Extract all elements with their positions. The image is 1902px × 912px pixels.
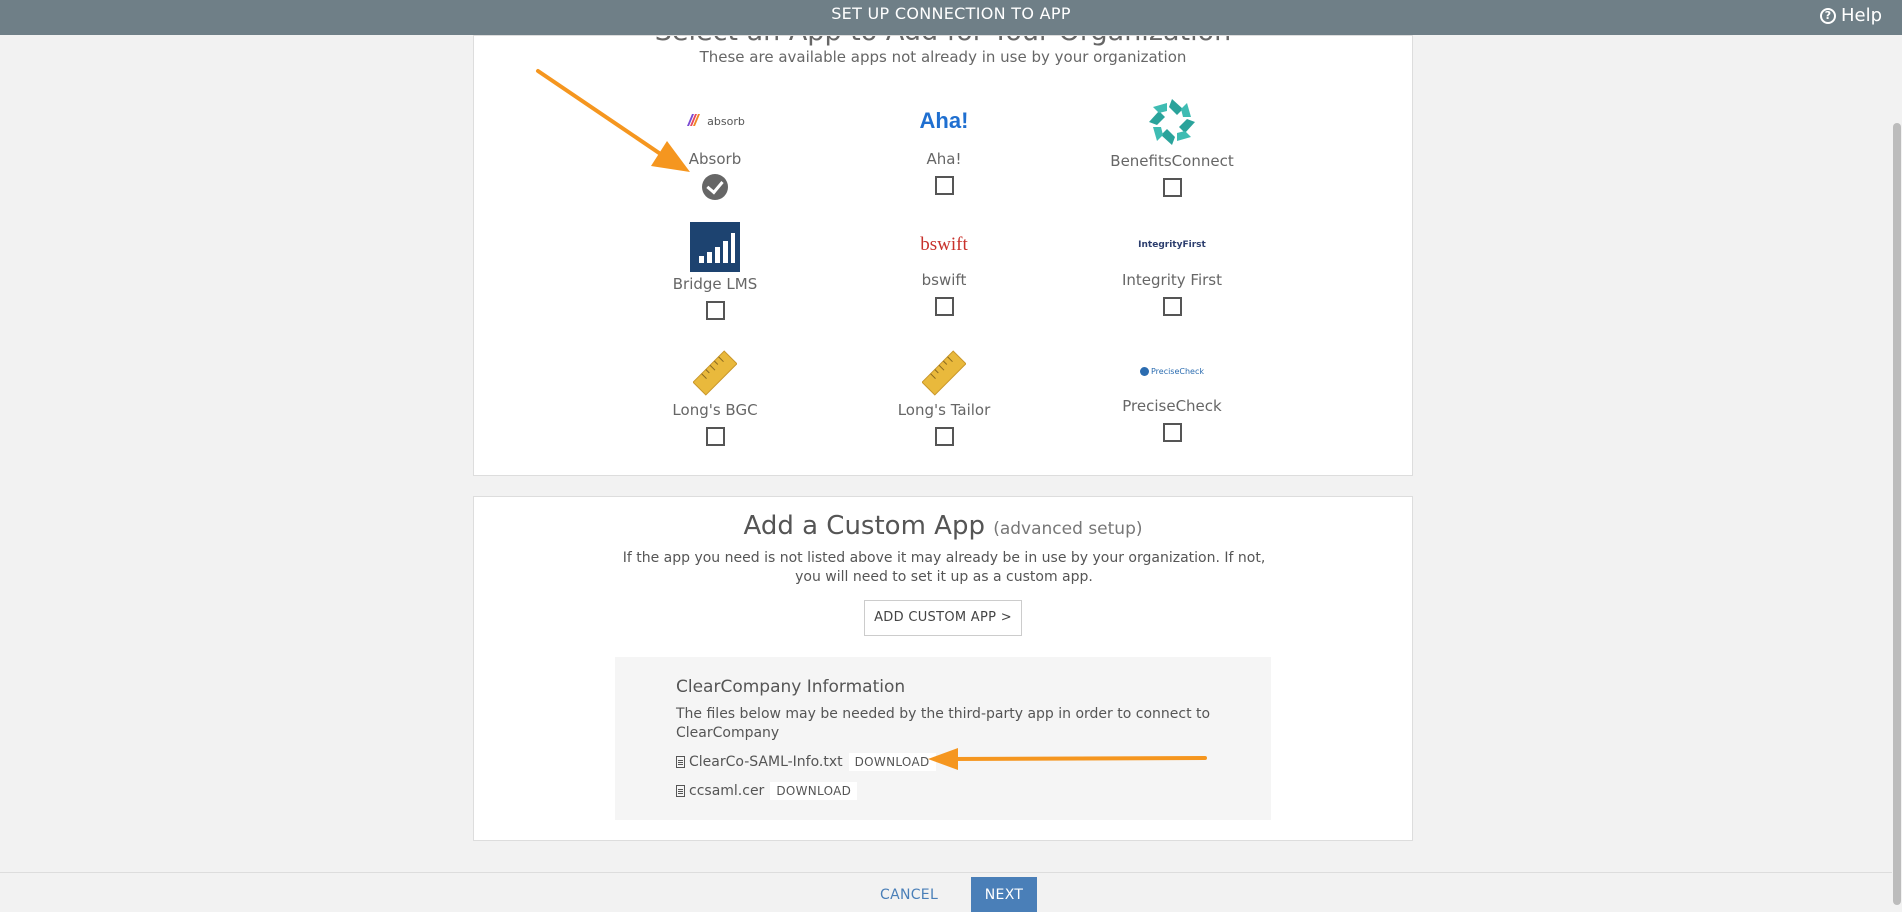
app-precisecheck[interactable]: PreciseCheck PreciseCheck — [1072, 347, 1272, 442]
app-name: Absorb — [688, 150, 742, 168]
scrollbar-thumb[interactable] — [1893, 123, 1901, 905]
precisecheck-checkbox[interactable] — [1162, 423, 1182, 442]
integrity-first-logo: IntegrityFirst — [1072, 221, 1272, 269]
custom-app-description: If the app you need is not listed above … — [622, 550, 1266, 585]
bswift-logo: bswift — [844, 221, 1044, 269]
app-integrity-first[interactable]: IntegrityFirst Integrity First — [1072, 221, 1272, 316]
app-name: BenefitsConnect — [1110, 152, 1234, 170]
app-selection-card: Select an App to Add for Your Organizati… — [473, 35, 1413, 476]
bswift-checkbox[interactable] — [934, 297, 954, 316]
footer-bar: CANCEL NEXT — [0, 872, 1892, 912]
file-icon — [676, 756, 685, 768]
longs-bgc-checkbox[interactable] — [705, 427, 725, 446]
bridge-lms-logo — [615, 221, 815, 273]
app-name: Long's Tailor — [897, 401, 991, 419]
absorb-checkbox-checked[interactable] — [702, 174, 728, 200]
precisecheck-logo-icon — [1139, 366, 1149, 376]
section-subtitle: These are available apps not already in … — [699, 48, 1187, 66]
next-button[interactable]: NEXT — [971, 877, 1037, 912]
add-custom-app-button[interactable]: ADD CUSTOM APP > — [864, 600, 1022, 636]
custom-app-title-text: Add a Custom App — [743, 511, 985, 541]
file-name: ccsaml.cer — [689, 783, 765, 799]
scrollbar-track[interactable] — [1892, 35, 1902, 905]
app-name: Bridge LMS — [672, 275, 758, 293]
download-button[interactable]: DOWNLOAD — [770, 782, 858, 800]
custom-app-card: Add a Custom App (advanced setup) If the… — [473, 496, 1413, 841]
aha-checkbox[interactable] — [934, 176, 954, 195]
app-bswift[interactable]: bswift bswift — [844, 221, 1044, 316]
file-row: ccsaml.cer DOWNLOAD — [676, 782, 858, 800]
app-benefitsconnect[interactable]: BenefitsConnect — [1072, 94, 1272, 197]
file-row: ClearCo-SAML-Info.txt DOWNLOAD — [676, 753, 936, 771]
top-bar: SET UP CONNECTION TO APP ? Help — [0, 0, 1902, 35]
aha-logo-text: Aha! — [919, 108, 969, 133]
file-name: ClearCo-SAML-Info.txt — [689, 754, 843, 770]
longs-tailor-checkbox[interactable] — [934, 427, 954, 446]
benefitsconnect-logo — [1072, 94, 1272, 150]
bridge-lms-checkbox[interactable] — [705, 301, 725, 320]
app-name: bswift — [921, 271, 967, 289]
ruler-icon — [615, 347, 815, 399]
info-title: ClearCompany Information — [676, 677, 906, 697]
app-absorb[interactable]: absorb Absorb — [615, 94, 815, 200]
aha-logo: Aha! — [844, 94, 1044, 148]
absorb-logo: absorb — [615, 94, 815, 148]
advanced-setup-label: (advanced setup) — [993, 519, 1143, 539]
app-bridge-lms[interactable]: Bridge LMS — [615, 221, 815, 320]
bswift-logo-text: bswift — [920, 234, 968, 255]
precisecheck-logo: PreciseCheck — [1072, 347, 1272, 395]
app-longs-bgc[interactable]: Long's BGC — [615, 347, 815, 446]
integrity-first-logo-text: IntegrityFirst — [1138, 240, 1206, 250]
info-description: The files below may be needed by the thi… — [676, 706, 1211, 741]
absorb-logo-text: absorb — [707, 114, 745, 128]
help-button[interactable]: ? Help — [1819, 5, 1882, 26]
download-button[interactable]: DOWNLOAD — [848, 753, 936, 771]
integrity-first-checkbox[interactable] — [1162, 297, 1182, 316]
file-icon — [676, 785, 685, 797]
app-aha[interactable]: Aha! Aha! — [844, 94, 1044, 195]
precisecheck-logo-text: PreciseCheck — [1150, 366, 1205, 376]
app-longs-tailor[interactable]: Long's Tailor — [844, 347, 1044, 446]
custom-app-title: Add a Custom App (advanced setup) — [474, 511, 1412, 541]
app-name: PreciseCheck — [1122, 397, 1222, 415]
app-name: Integrity First — [1122, 271, 1222, 289]
cancel-button[interactable]: CANCEL — [880, 887, 938, 903]
help-label: Help — [1840, 5, 1882, 26]
help-icon: ? — [1819, 7, 1836, 24]
page-title: SET UP CONNECTION TO APP — [831, 4, 1071, 23]
clearcompany-info-panel: ClearCompany Information The files below… — [615, 657, 1271, 820]
app-name: Long's BGC — [672, 401, 758, 419]
ruler-icon — [844, 347, 1044, 399]
section-title: Select an App to Add for Your Organizati… — [474, 36, 1412, 47]
benefitsconnect-checkbox[interactable] — [1162, 178, 1182, 197]
app-name: Aha! — [926, 150, 962, 168]
